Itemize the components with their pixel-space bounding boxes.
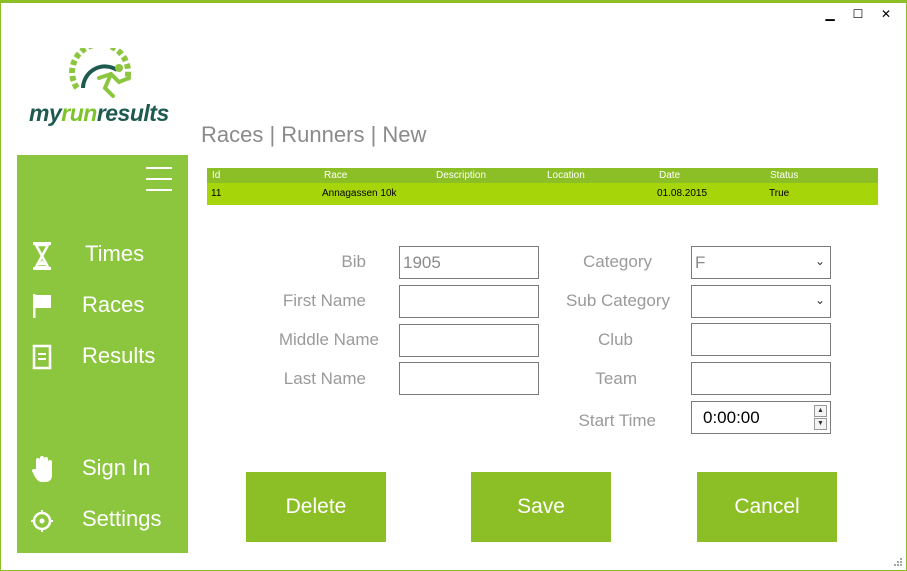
cancel-button[interactable]: Cancel — [697, 472, 837, 542]
sub-category-label: Sub Category — [566, 291, 670, 310]
cell-status: True — [769, 188, 790, 199]
column-header-race[interactable]: Race — [324, 170, 347, 181]
column-header-location[interactable]: Location — [547, 170, 585, 181]
column-header-description[interactable]: Description — [436, 170, 486, 181]
table-row[interactable]: 11 Annagassen 10k 01.08.2015 True — [207, 185, 878, 202]
bib-field[interactable]: 1905 — [399, 246, 539, 279]
spin-up-icon[interactable]: ▲ — [814, 405, 827, 417]
category-select[interactable]: F ⌄ — [691, 246, 831, 279]
hamburger-menu-icon[interactable] — [146, 167, 172, 191]
team-label: Team — [595, 369, 637, 388]
minimize-icon[interactable]: ▁ — [824, 7, 836, 21]
column-header-id[interactable]: Id — [212, 170, 220, 181]
start-time-stepper[interactable]: 0:00:00 ▲ ▼ — [691, 401, 831, 434]
column-header-date[interactable]: Date — [659, 170, 680, 181]
spin-down-icon[interactable]: ▼ — [814, 418, 827, 430]
column-header-status[interactable]: Status — [770, 170, 798, 181]
sidebar: Times Races Results Sign In Settings — [17, 155, 188, 553]
category-label: Category — [583, 252, 652, 271]
flag-icon — [33, 294, 51, 318]
app-window: ▁ ☐ ✕ myrunresults Times Races Results S… — [0, 0, 907, 571]
category-selected-value: F — [695, 253, 706, 272]
sidebar-item-label: Times — [85, 241, 145, 266]
maximize-icon[interactable]: ☐ — [852, 7, 864, 21]
grid-header: Id Race Description Location Date Status — [207, 168, 878, 183]
sidebar-item-label: Sign In — [82, 455, 151, 480]
last-name-field[interactable] — [399, 362, 539, 395]
chevron-down-icon: ⌄ — [814, 254, 825, 268]
middle-name-field[interactable] — [399, 324, 539, 357]
sidebar-item-results[interactable]: Results — [17, 339, 188, 379]
hand-icon — [32, 456, 52, 482]
middle-name-label: Middle Name — [278, 330, 379, 349]
logo-wordmark: myrunresults — [29, 100, 169, 126]
spinner: ▲ ▼ — [814, 405, 827, 430]
cell-race: Annagassen 10k — [322, 188, 397, 199]
hourglass-icon — [33, 242, 51, 270]
first-name-label: First Name — [282, 291, 366, 310]
club-field[interactable] — [691, 323, 831, 356]
sidebar-item-settings[interactable]: Settings — [17, 502, 188, 542]
bib-label: Bib — [341, 252, 366, 271]
delete-button[interactable]: Delete — [246, 472, 386, 542]
first-name-field[interactable] — [399, 285, 539, 318]
gear-icon — [31, 510, 53, 532]
start-time-value: 0:00:00 — [703, 408, 760, 427]
window-controls: ▁ ☐ ✕ — [824, 7, 892, 21]
club-label: Club — [598, 330, 633, 349]
sub-category-select[interactable]: ⌄ — [691, 285, 831, 318]
cell-id: 11 — [211, 188, 222, 199]
last-name-label: Last Name — [283, 369, 366, 388]
sidebar-item-label: Settings — [82, 506, 162, 531]
race-grid: Id Race Description Location Date Status… — [207, 168, 878, 205]
sidebar-item-races[interactable]: Races — [17, 288, 188, 328]
team-field[interactable] — [691, 362, 831, 395]
sidebar-item-times[interactable]: Times — [17, 237, 188, 277]
start-time-label: Start Time — [578, 411, 656, 430]
sidebar-item-sign-in[interactable]: Sign In — [17, 451, 188, 491]
save-button[interactable]: Save — [471, 472, 611, 542]
cell-date: 01.08.2015 — [657, 188, 708, 199]
chevron-down-icon: ⌄ — [814, 293, 825, 307]
sidebar-item-label: Results — [82, 343, 156, 368]
resize-grip-icon[interactable] — [893, 557, 903, 567]
document-icon — [32, 344, 52, 370]
close-icon[interactable]: ✕ — [880, 7, 892, 21]
breadcrumb: Races | Runners | New — [201, 122, 427, 147]
sidebar-item-label: Races — [82, 292, 145, 317]
